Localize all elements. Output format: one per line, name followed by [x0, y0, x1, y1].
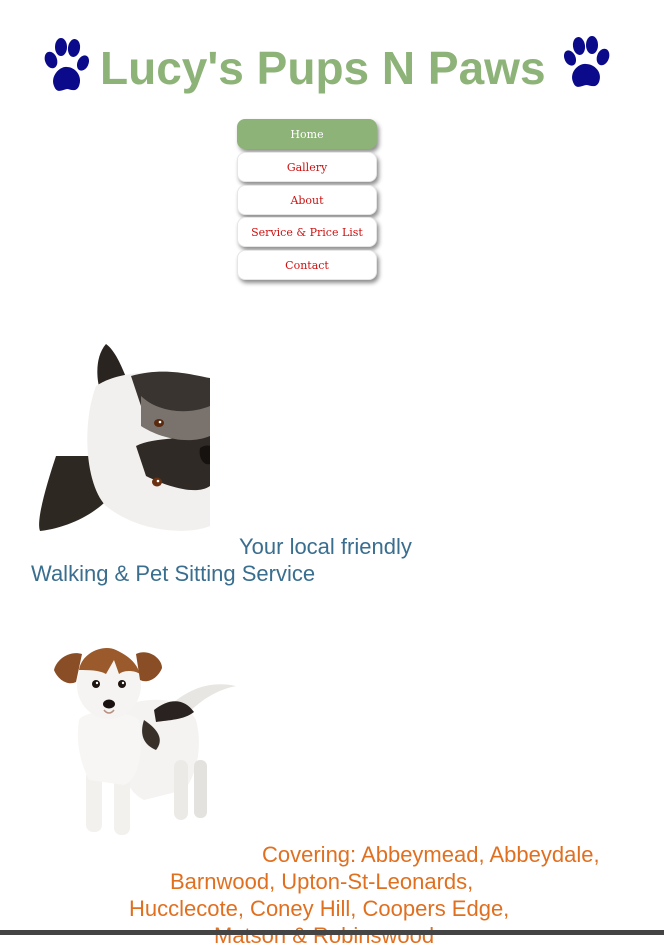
site-title: Lucy's Pups N Paws [100, 42, 546, 94]
coverage-line-2: Barnwood, Upton-St-Leonards, [170, 869, 474, 894]
tagline-line-2: Walking & Pet Sitting Service [31, 561, 316, 586]
tagline-line-1: Your local friendly [239, 534, 412, 559]
main-nav: Home Gallery About Service & Price List … [237, 119, 377, 283]
site-header: Lucy's Pups N Paws [0, 34, 664, 100]
nav-contact[interactable]: Contact [237, 250, 377, 281]
nav-gallery[interactable]: Gallery [237, 151, 377, 182]
paw-print-icon [563, 36, 610, 87]
puppy-image [44, 640, 240, 850]
paw-print-icon [44, 38, 90, 91]
coverage-line-1: Covering: Abbeymead, Abbeydale, [262, 842, 600, 867]
coverage-line-4: Matson & Robinswood [214, 923, 435, 948]
nav-service-price-list[interactable]: Service & Price List [237, 217, 377, 248]
nav-home[interactable]: Home [237, 119, 377, 149]
coverage-line-3: Hucclecote, Coney Hill, Coopers Edge, [129, 896, 510, 921]
nav-about[interactable]: About [237, 184, 377, 215]
window-bottom-edge [0, 930, 664, 935]
peeking-dog-image [36, 336, 210, 536]
